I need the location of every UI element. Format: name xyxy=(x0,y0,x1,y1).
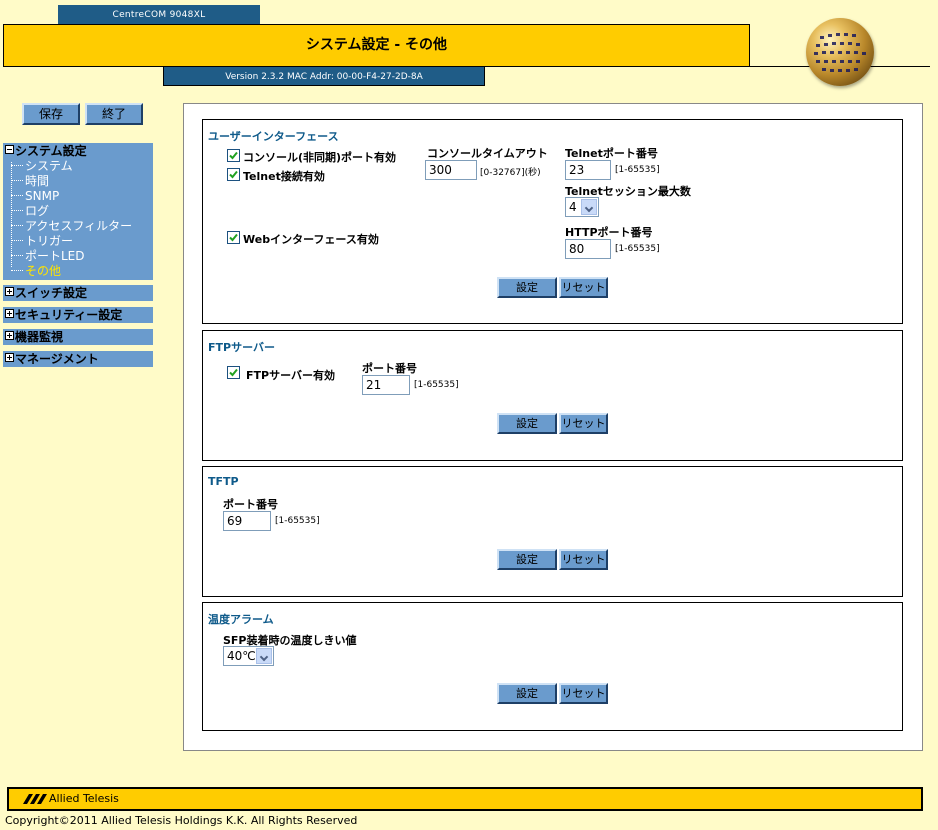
tftp-section xyxy=(202,466,903,597)
temp-reset-button[interactable]: リセット xyxy=(559,683,608,704)
tree-line xyxy=(11,162,12,267)
exit-button[interactable]: 終了 xyxy=(85,103,143,125)
globe-logo-icon xyxy=(806,18,874,86)
ftp-port-input[interactable]: 21 xyxy=(362,375,410,395)
ftp-enabled-checkbox[interactable] xyxy=(227,366,240,379)
tftp-port-hint: [1-65535] xyxy=(275,516,320,526)
sidebar-group-monitor[interactable]: 機器監視 xyxy=(3,329,153,345)
save-button[interactable]: 保存 xyxy=(22,103,80,125)
dropdown-arrow-icon xyxy=(256,648,272,664)
http-port-label: HTTPポート番号 xyxy=(565,226,653,239)
console-timeout-label: コンソールタイムアウト xyxy=(427,147,548,160)
telnet-enabled-label: Telnet接続有効 xyxy=(243,170,325,183)
telnet-enabled-checkbox[interactable] xyxy=(227,168,240,181)
ftp-port-label: ポート番号 xyxy=(362,362,417,375)
ftp-section-title: FTPサーバー xyxy=(208,341,275,354)
telnet-port-input[interactable]: 23 xyxy=(565,160,611,180)
sidebar-group-security[interactable]: セキュリティー設定 xyxy=(3,307,153,323)
console-timeout-input[interactable]: 300 xyxy=(425,160,477,180)
console-enabled-checkbox[interactable] xyxy=(227,149,240,162)
temp-threshold-select[interactable]: 40℃ xyxy=(223,646,274,666)
telnet-port-hint: [1-65535] xyxy=(615,165,660,175)
checkbox-checked-icon xyxy=(229,233,238,242)
ftp-set-button[interactable]: 設定 xyxy=(497,413,557,434)
sidebar-group-system: システム設定 システム 時間 SNMP ログ アクセスフィルター トリガー ポー… xyxy=(3,143,153,280)
ftp-reset-button[interactable]: リセット xyxy=(559,413,608,434)
http-port-input[interactable]: 80 xyxy=(565,239,611,259)
ftp-enabled-label: FTPサーバー有効 xyxy=(246,369,335,382)
tftp-port-input[interactable]: 69 xyxy=(223,511,271,531)
sidebar-item-access-filter[interactable]: アクセスフィルター xyxy=(3,219,153,234)
temp-section-title: 温度アラーム xyxy=(208,613,274,626)
http-port-hint: [1-65535] xyxy=(615,244,660,254)
sidebar-group-switch[interactable]: スイッチ設定 xyxy=(3,285,153,301)
expand-plus-icon xyxy=(5,331,14,340)
sidebar-item-time[interactable]: 時間 xyxy=(3,174,153,189)
sidebar-item-trigger[interactable]: トリガー xyxy=(3,234,153,249)
ui-set-button[interactable]: 設定 xyxy=(497,277,557,298)
sidebar-item-snmp[interactable]: SNMP xyxy=(3,189,153,204)
page-title: システム設定 - その他 xyxy=(3,24,750,67)
tftp-port-label: ポート番号 xyxy=(223,498,278,511)
checkbox-checked-icon xyxy=(229,151,238,160)
checkbox-checked-icon xyxy=(229,170,238,179)
copyright-text: Copyright©2011 Allied Telesis Holdings K… xyxy=(5,814,358,827)
temp-section xyxy=(202,602,903,731)
sidebar-item-system[interactable]: システム xyxy=(3,159,153,174)
sidebar-item-log[interactable]: ログ xyxy=(3,204,153,219)
sidebar-group-management[interactable]: マネージメント xyxy=(3,351,153,367)
console-timeout-hint: [0-32767](秒) xyxy=(480,168,541,178)
sidebar-group-system-header[interactable]: システム設定 xyxy=(3,143,153,159)
tftp-section-title: TFTP xyxy=(208,475,239,488)
ftp-section xyxy=(202,330,903,461)
console-enabled-label: コンソール(非同期)ポート有効 xyxy=(243,151,397,164)
sidebar-item-other[interactable]: その他 xyxy=(3,264,153,279)
checkbox-checked-icon xyxy=(229,368,238,377)
temp-set-button[interactable]: 設定 xyxy=(497,683,557,704)
sidebar-item-port-led[interactable]: ポートLED xyxy=(3,249,153,264)
allied-telesis-logo-icon xyxy=(23,793,47,809)
footer-bar: Allied Telesis xyxy=(7,787,923,811)
web-enabled-checkbox[interactable] xyxy=(227,231,240,244)
tftp-set-button[interactable]: 設定 xyxy=(497,549,557,570)
expand-plus-icon xyxy=(5,287,14,296)
ui-reset-button[interactable]: リセット xyxy=(559,277,608,298)
ui-section-title: ユーザーインターフェース xyxy=(208,130,339,143)
collapse-minus-icon xyxy=(5,145,14,154)
version-info: Version 2.3.2 MAC Addr: 00-00-F4-27-2D-8… xyxy=(163,66,485,86)
tftp-reset-button[interactable]: リセット xyxy=(559,549,608,570)
allied-telesis-brand: Allied Telesis xyxy=(23,791,119,807)
telnet-port-label: Telnetポート番号 xyxy=(565,147,658,160)
dropdown-arrow-icon xyxy=(581,199,597,215)
model-name: CentreCOM 9048XL xyxy=(58,5,260,25)
expand-plus-icon xyxy=(5,353,14,362)
web-enabled-label: Webインターフェース有効 xyxy=(243,233,379,246)
telnet-sessions-select[interactable]: 4 xyxy=(565,197,599,217)
expand-plus-icon xyxy=(5,309,14,318)
ftp-port-hint: [1-65535] xyxy=(414,380,459,390)
